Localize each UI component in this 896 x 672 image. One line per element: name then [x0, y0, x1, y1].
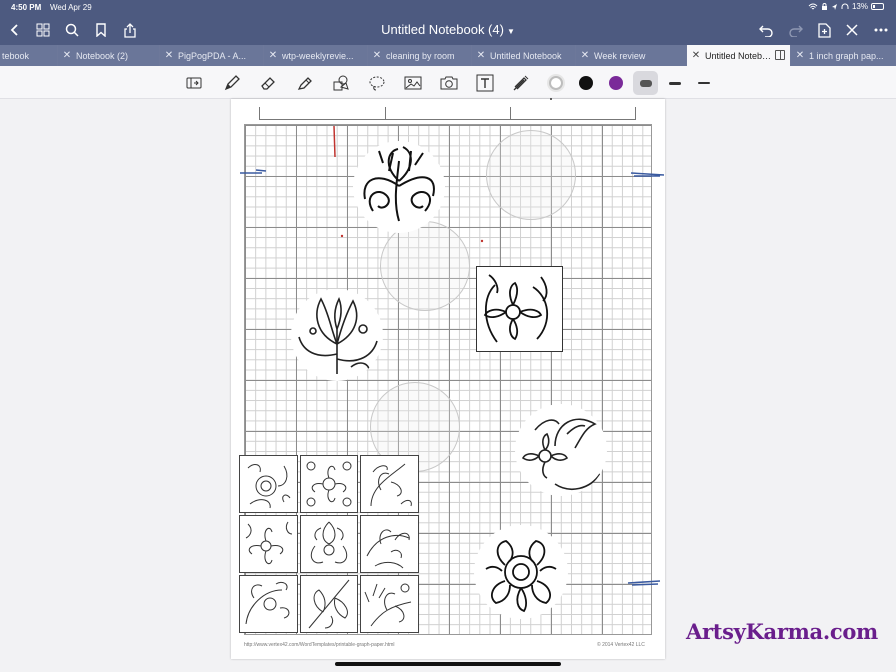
tulip-drawing [298, 297, 378, 375]
floral-medallion[interactable] [291, 289, 383, 381]
floral-medallion[interactable] [515, 404, 607, 496]
floral-tile[interactable] [239, 515, 298, 573]
floral-medallion[interactable] [474, 525, 568, 619]
floral-tile-grid[interactable] [239, 455, 419, 633]
home-indicator[interactable] [335, 662, 561, 666]
tile-flower-drawing [247, 464, 291, 509]
page-footer-url: http://www.vertex42.com/WordTemplates/pr… [244, 642, 395, 648]
tile-flower-drawing [310, 521, 347, 564]
tile-flower-drawing [370, 463, 413, 507]
framed-floral-square[interactable] [476, 266, 563, 352]
lily-drawing [521, 418, 601, 490]
floral-tile[interactable] [299, 515, 359, 573]
floral-tile[interactable] [239, 455, 298, 513]
floral-tile[interactable] [360, 515, 419, 573]
tile-flower-drawing [308, 579, 350, 629]
peony-drawing [485, 540, 557, 613]
floral-tile[interactable] [239, 575, 298, 633]
tile-flower-drawing [245, 581, 290, 625]
ghost-circle[interactable] [486, 130, 576, 220]
floral-tile[interactable] [360, 575, 419, 633]
tile-flower-drawing [366, 529, 411, 569]
lotus-drawing [483, 274, 549, 343]
tile-flower-drawing [245, 521, 293, 565]
ghost-circle[interactable] [380, 221, 470, 311]
tile-flower-drawing [364, 583, 412, 627]
tile-flower-drawing [306, 461, 352, 507]
watermark-logo: ArtsyKarma.com [686, 619, 878, 644]
page-footer-copyright: © 2014 Vertex42 LLC [597, 642, 645, 648]
handwritten-marks [240, 98, 665, 586]
floral-medallion[interactable] [353, 141, 445, 233]
floral-tile[interactable] [360, 455, 419, 513]
floral-tile[interactable] [299, 575, 359, 633]
floral-tile[interactable] [299, 455, 359, 513]
flower-drawing [363, 146, 435, 222]
